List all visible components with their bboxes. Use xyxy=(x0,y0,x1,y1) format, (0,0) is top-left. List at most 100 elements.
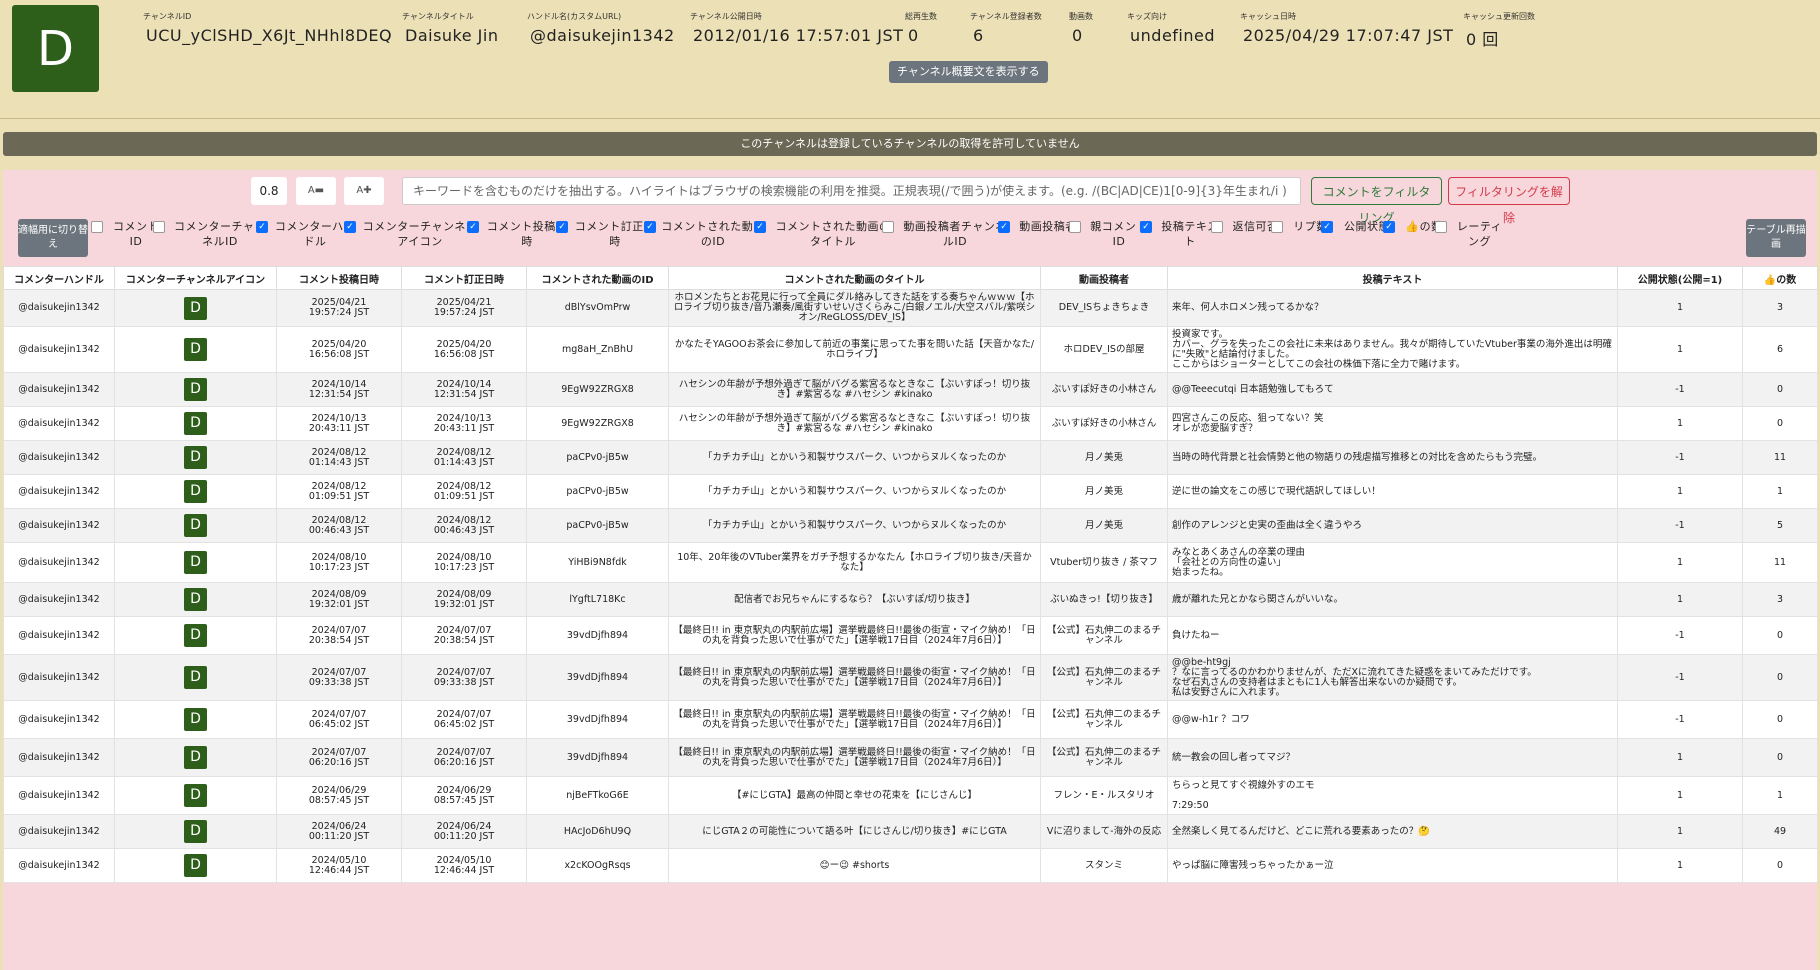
cell-icon: D xyxy=(114,700,277,739)
meta-value: Daisuke Jin xyxy=(405,26,499,45)
column-header[interactable]: 投稿テキスト xyxy=(1167,266,1618,290)
cell-likes: 0 xyxy=(1742,700,1818,739)
column-toggle[interactable]: コメンターチャンネルID xyxy=(153,219,270,249)
column-toggle[interactable]: レーティング xyxy=(1435,219,1507,249)
cell-title: 【最終日!! in 東京駅丸の内駅前広場】選挙戦最終日!!最後の街宣・マイク納め… xyxy=(668,738,1041,777)
column-header[interactable]: コメント投稿日時 xyxy=(276,266,402,290)
checkbox[interactable] xyxy=(1069,221,1081,233)
cell-public: 1 xyxy=(1617,406,1743,441)
cell-uploader: スタンミ xyxy=(1040,848,1168,883)
checkbox[interactable] xyxy=(1271,221,1283,233)
cell-likes: 3 xyxy=(1742,289,1818,327)
cell-handle: @daisukejin1342 xyxy=(3,616,115,655)
cell-edited: 2025/04/20 16:56:08 JST xyxy=(401,326,527,373)
cell-icon: D xyxy=(114,326,277,373)
table-row: @daisukejin1342 D 2024/05/10 12:46:44 JST 2… xyxy=(3,848,1818,883)
cell-uploader: ぶいすぽ好きの小林さん xyxy=(1040,406,1168,441)
column-toggle[interactable]: ✓ コメントされた動画のタイトル xyxy=(754,219,895,249)
cell-title: ハセシンの年齢が予想外過ぎて脳がバグる紫宮るなときなこ【ぶいすぽっ！切り抜き】#… xyxy=(668,406,1041,441)
keyword-search-input[interactable]: キーワードを含むものだけを抽出する。ハイライトはブラウザの検索機能の利用を推奨。… xyxy=(402,177,1301,205)
checkbox[interactable]: ✓ xyxy=(344,221,356,233)
checkbox[interactable] xyxy=(153,221,165,233)
checkbox[interactable] xyxy=(91,221,103,233)
cell-posted: 2024/07/07 06:45:02 JST xyxy=(276,700,402,739)
checkbox[interactable]: ✓ xyxy=(1383,221,1395,233)
checkbox[interactable]: ✓ xyxy=(754,221,766,233)
column-header[interactable]: コメントされた動画のID xyxy=(526,266,669,290)
checkbox[interactable]: ✓ xyxy=(556,221,568,233)
cell-likes: 1 xyxy=(1742,776,1818,815)
column-toggle[interactable]: ✓ コメンターチャンネルアイコン xyxy=(344,219,479,249)
cell-public: -1 xyxy=(1617,700,1743,739)
cell-posted: 2024/08/09 19:32:01 JST xyxy=(276,582,402,617)
column-header[interactable]: 公開状態(公開=1) xyxy=(1617,266,1743,290)
channel-header: D チャンネルID UCU_yClSHD_X6Jt_NHhl8DEQ チャンネル… xyxy=(0,0,1820,119)
meta-value: @daisukejin1342 xyxy=(530,26,675,45)
table-row: @daisukejin1342 D 2024/10/13 20:43:11 JST 2… xyxy=(3,406,1818,441)
comments-table: コメンターハンドル コメンターチャンネルアイコン コメント投稿日時 コメント訂正日時コ… xyxy=(3,266,1818,883)
checkbox[interactable]: ✓ xyxy=(467,221,479,233)
meta-kids: キッズ向け undefined xyxy=(1127,11,1215,45)
cell-title: ハセシンの年齢が予想外過ぎて脳がバグる紫宮るなときなこ【ぶいすぽっ！切り抜き】#… xyxy=(668,372,1041,407)
cell-likes: 11 xyxy=(1742,440,1818,475)
font-increase-button[interactable]: A✚ xyxy=(344,177,384,205)
column-header[interactable]: 👍の数 xyxy=(1742,266,1818,290)
cell-handle: @daisukejin1342 xyxy=(3,508,115,543)
cell-handle: @daisukejin1342 xyxy=(3,440,115,475)
cell-title: 配信者でお兄ちゃんにするなら？【ぶいすぽ/切り抜き】 xyxy=(668,582,1041,617)
table-header-row: コメンターハンドル コメンターチャンネルアイコン コメント投稿日時 コメント訂正日時コ… xyxy=(3,266,1818,290)
wrap-toggle-button[interactable]: 適幅用に切り替え xyxy=(18,219,88,257)
meta-label: チャンネルタイトル xyxy=(402,12,474,21)
cell-likes: 0 xyxy=(1742,616,1818,655)
meta-value: 0 xyxy=(908,26,919,45)
cell-edited: 2024/05/10 12:46:44 JST xyxy=(401,848,527,883)
column-header[interactable]: コメンターチャンネルアイコン xyxy=(114,266,277,290)
column-toggle[interactable]: ✓ コメンターハンドル xyxy=(256,219,357,249)
column-header[interactable]: コメンターハンドル xyxy=(3,266,115,290)
cell-title: 10年、20年後のVTuber業界をガチ予想するかなたん【ホロライブ切り抜き/天… xyxy=(668,542,1041,583)
permission-notice: このチャンネルは登録しているチャンネルの取得を許可していません xyxy=(3,132,1817,156)
cell-likes: 11 xyxy=(1742,542,1818,583)
redraw-table-button[interactable]: テーブル再描画 xyxy=(1746,219,1806,257)
column-header[interactable]: コメント訂正日時 xyxy=(401,266,527,290)
column-toggle[interactable]: ✓ コメント投稿日時 xyxy=(467,219,570,249)
column-toggle[interactable]: 動画投稿者チャンネルID xyxy=(882,219,1011,249)
cell-icon: D xyxy=(114,738,277,777)
checkbox[interactable] xyxy=(882,221,894,233)
cell-video-id: paCPv0-jB5w xyxy=(526,440,669,475)
checkbox[interactable] xyxy=(1435,221,1447,233)
cell-edited: 2025/04/21 19:57:24 JST xyxy=(401,289,527,327)
checkbox[interactable]: ✓ xyxy=(998,221,1010,233)
column-header[interactable]: 動画投稿者 xyxy=(1040,266,1168,290)
checkbox[interactable]: ✓ xyxy=(256,221,268,233)
cell-video-id: 39vdDjfh894 xyxy=(526,654,669,701)
meta-subscribers: チャンネル登録者数 6 xyxy=(970,11,1042,45)
clear-filter-button[interactable]: フィルタリングを解除 xyxy=(1448,177,1570,225)
column-toggle[interactable]: ✓ コメントされた動画のID xyxy=(644,219,765,249)
table-row: @daisukejin1342 D 2024/07/07 06:45:02 JST 2… xyxy=(3,700,1818,739)
table-row: @daisukejin1342 D 2025/04/20 16:56:08 JST 2… xyxy=(3,326,1818,373)
zoom-input[interactable]: 0.8 xyxy=(251,177,287,205)
meta-label: ハンドル名(カスタムURL) xyxy=(527,12,622,21)
meta-handle: ハンドル名(カスタムURL) @daisukejin1342 xyxy=(527,11,675,45)
column-toggle[interactable]: ✓ コメント訂正日時 xyxy=(556,219,657,249)
toggle-label: コメントされた動画のID xyxy=(661,220,765,248)
cell-posted: 2025/04/20 16:56:08 JST xyxy=(276,326,402,373)
cell-posted: 2024/06/29 08:57:45 JST xyxy=(276,776,402,815)
checkbox[interactable] xyxy=(1211,221,1223,233)
commenter-avatar: D xyxy=(184,708,207,731)
cell-video-id: 9EgW92ZRGX8 xyxy=(526,372,669,407)
show-description-button[interactable]: チャンネル概要文を表示する xyxy=(889,61,1048,83)
checkbox[interactable]: ✓ xyxy=(1321,221,1333,233)
cell-title: 【最終日!! in 東京駅丸の内駅前広場】選挙戦最終日!!最後の街宣・マイク納め… xyxy=(668,700,1041,739)
toggle-label: コメントされた動画のタイトル xyxy=(775,220,891,248)
commenter-avatar: D xyxy=(184,746,207,769)
table-body: @daisukejin1342 D 2025/04/21 19:57:24 JST 2… xyxy=(3,289,1818,883)
checkbox[interactable]: ✓ xyxy=(1140,221,1152,233)
cell-public: 1 xyxy=(1617,542,1743,583)
font-decrease-button[interactable]: A▬ xyxy=(296,177,336,205)
filter-comments-button[interactable]: コメントをフィルタリング xyxy=(1311,177,1442,225)
cell-posted: 2024/05/10 12:46:44 JST xyxy=(276,848,402,883)
column-header[interactable]: コメントされた動画のタイトル xyxy=(668,266,1041,290)
checkbox[interactable]: ✓ xyxy=(644,221,656,233)
